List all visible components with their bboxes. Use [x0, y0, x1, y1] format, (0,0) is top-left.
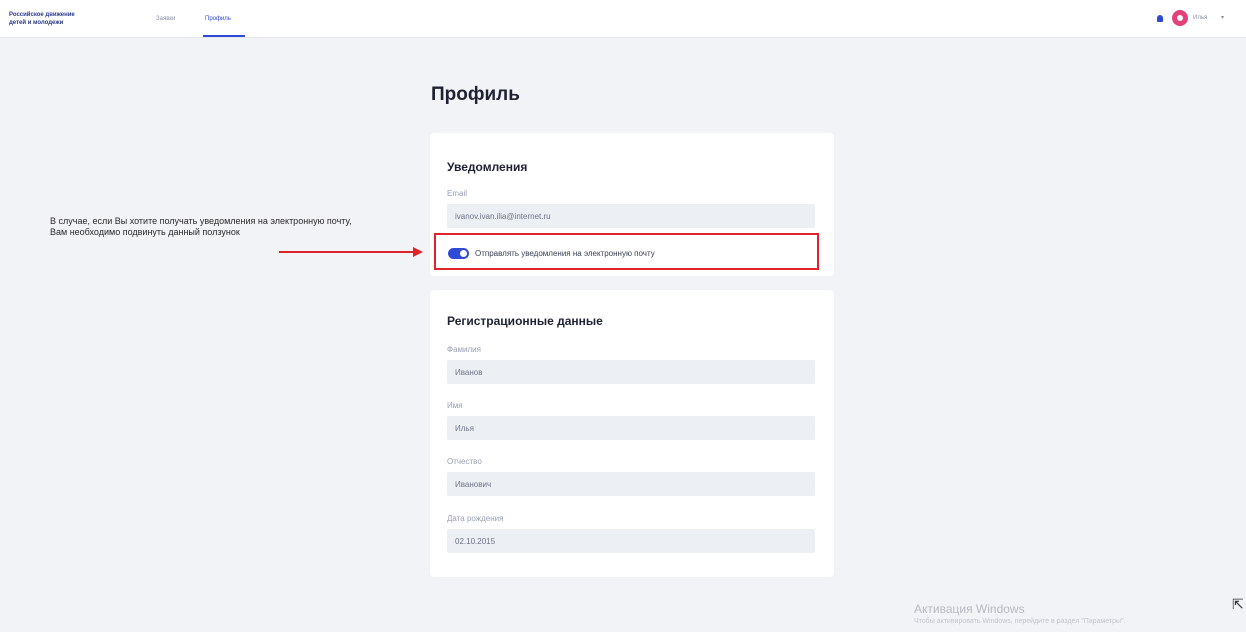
toggle-highlight-box	[434, 233, 819, 270]
surname-field[interactable]: Иванов	[447, 360, 815, 384]
patronymic-label: Отчество	[447, 457, 482, 466]
logo-line-2: детей и молодежи	[9, 20, 64, 26]
birthdate-label: Дата рождения	[447, 514, 504, 523]
registration-title: Регистрационные данные	[447, 314, 603, 328]
nav-active-indicator	[203, 35, 245, 37]
avatar[interactable]	[1172, 10, 1188, 26]
logo-line-1: Российское движение	[9, 12, 75, 18]
email-label: Email	[447, 189, 468, 198]
windows-activation-text: Чтобы активировать Windows, перейдите в …	[914, 618, 1126, 625]
mouse-cursor-icon: ⇱	[1232, 596, 1244, 612]
notifications-title: Уведомления	[447, 160, 528, 174]
page-title: Профиль	[431, 84, 520, 105]
surname-label: Фамилия	[447, 345, 481, 354]
logo[interactable]: Российское движение детей и молодежи	[9, 11, 129, 27]
annotation-arrow-line	[279, 251, 417, 253]
registration-card: Регистрационные данные Фамилия Иванов Им…	[430, 290, 834, 577]
patronymic-field[interactable]: Иванович	[447, 472, 815, 496]
annotation-arrow-head-icon	[413, 247, 423, 257]
nav-link-applications[interactable]: Заявки	[156, 16, 175, 22]
nav-link-profile[interactable]: Профиль	[205, 16, 231, 22]
email-field[interactable]: ivanov.ivan.ilia@internet.ru	[447, 204, 815, 228]
name-field[interactable]: Илья	[447, 416, 815, 440]
name-label: Имя	[447, 401, 463, 410]
user-name[interactable]: Илья	[1193, 15, 1207, 21]
annotation-text: В случае, если Вы хотите получать уведом…	[50, 216, 352, 238]
windows-activation-title: Активация Windows	[914, 602, 1025, 616]
chevron-down-icon[interactable]: ▾	[1221, 14, 1224, 21]
bell-icon[interactable]	[1157, 15, 1163, 22]
top-header: Российское движение детей и молодежи Зая…	[0, 0, 1246, 38]
annotation-line-2: Вам необходимо подвинуть данный ползунок	[50, 227, 240, 237]
birthdate-field[interactable]: 02.10.2015	[447, 529, 815, 553]
annotation-line-1: В случае, если Вы хотите получать уведом…	[50, 216, 352, 226]
